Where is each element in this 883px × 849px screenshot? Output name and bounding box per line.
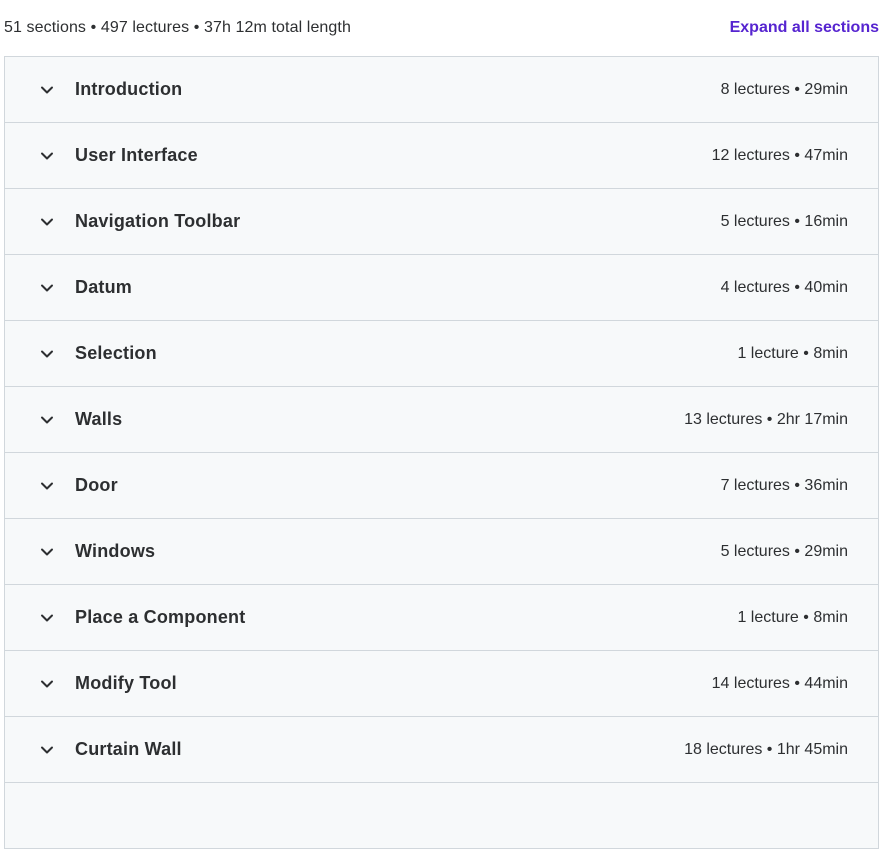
section-title: Modify Tool	[75, 673, 177, 693]
section-row-modify-tool[interactable]: Modify Tool 14 lectures • 44min	[5, 651, 878, 717]
curriculum-summary-bar: 51 sections • 497 lectures • 37h 12m tot…	[4, 0, 879, 56]
section-title: User Interface	[75, 145, 198, 165]
section-meta: 13 lectures • 2hr 17min	[684, 410, 848, 428]
section-row-selection[interactable]: Selection 1 lecture • 8min	[5, 321, 878, 387]
chevron-down-icon	[39, 214, 55, 230]
section-meta: 18 lectures • 1hr 45min	[684, 740, 848, 758]
section-meta: 12 lectures • 47min	[711, 146, 848, 164]
section-title: Door	[75, 475, 118, 495]
section-row-partial[interactable]	[5, 783, 878, 849]
section-meta: 1 lecture • 8min	[737, 344, 848, 362]
section-row-walls[interactable]: Walls 13 lectures • 2hr 17min	[5, 387, 878, 453]
section-title: Curtain Wall	[75, 739, 182, 759]
section-title: Selection	[75, 343, 157, 363]
chevron-down-icon	[39, 478, 55, 494]
section-row-introduction[interactable]: Introduction 8 lectures • 29min	[5, 57, 878, 123]
section-meta: 14 lectures • 44min	[711, 674, 848, 692]
section-title: Walls	[75, 409, 123, 429]
section-meta: 7 lectures • 36min	[720, 476, 848, 494]
section-meta: 5 lectures • 16min	[720, 212, 848, 230]
section-row-curtain-wall[interactable]: Curtain Wall 18 lectures • 1hr 45min	[5, 717, 878, 783]
course-sections-list: Introduction 8 lectures • 29min User Int…	[4, 56, 879, 849]
chevron-down-icon	[39, 82, 55, 98]
section-row-datum[interactable]: Datum 4 lectures • 40min	[5, 255, 878, 321]
chevron-down-icon	[39, 412, 55, 428]
chevron-down-icon	[39, 148, 55, 164]
chevron-down-icon	[39, 610, 55, 626]
section-row-door[interactable]: Door 7 lectures • 36min	[5, 453, 878, 519]
section-title: Place a Component	[75, 607, 246, 627]
chevron-down-icon	[39, 544, 55, 560]
chevron-down-icon	[39, 742, 55, 758]
curriculum-summary: 51 sections • 497 lectures • 37h 12m tot…	[4, 19, 351, 36]
section-row-user-interface[interactable]: User Interface 12 lectures • 47min	[5, 123, 878, 189]
expand-all-sections-button[interactable]: Expand all sections	[730, 19, 879, 37]
chevron-down-icon	[39, 346, 55, 362]
section-title: Navigation Toolbar	[75, 211, 241, 231]
section-row-navigation-toolbar[interactable]: Navigation Toolbar 5 lectures • 16min	[5, 189, 878, 255]
section-meta: 8 lectures • 29min	[720, 80, 848, 98]
section-row-windows[interactable]: Windows 5 lectures • 29min	[5, 519, 878, 585]
section-title: Introduction	[75, 79, 183, 99]
section-meta: 1 lecture • 8min	[737, 608, 848, 626]
section-row-place-a-component[interactable]: Place a Component 1 lecture • 8min	[5, 585, 878, 651]
section-title: Datum	[75, 277, 133, 297]
section-title: Windows	[75, 541, 156, 561]
chevron-down-icon	[39, 280, 55, 296]
chevron-down-icon	[39, 676, 55, 692]
section-meta: 5 lectures • 29min	[720, 542, 848, 560]
section-meta: 4 lectures • 40min	[720, 278, 848, 296]
